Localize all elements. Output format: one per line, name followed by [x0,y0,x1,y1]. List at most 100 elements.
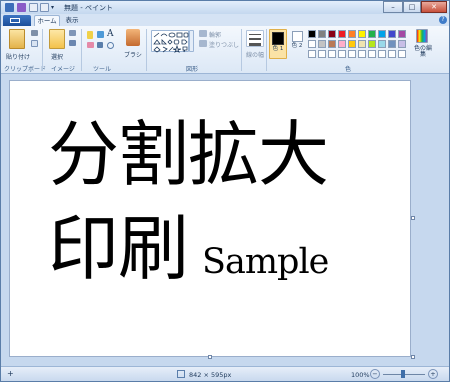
shapes-gallery[interactable] [151,30,189,53]
palette-swatch[interactable] [358,40,366,48]
brush-button-label[interactable]: ブラシ [124,50,142,59]
palette-swatch[interactable] [388,30,396,38]
eraser-icon[interactable] [87,42,94,48]
window-title: 無題 - ペイント [64,4,113,12]
palette-swatch[interactable] [368,50,376,58]
ribbon-separator [241,29,242,71]
canvas-workarea: 分割拡大 印刷 Sample [1,74,449,366]
resize-icon[interactable] [69,40,76,46]
cut-icon[interactable] [31,30,38,36]
shapes-scroll[interactable] [189,30,194,52]
resize-handle-bottom[interactable] [208,355,212,359]
close-button[interactable]: ✕ [421,1,447,13]
ribbon-separator [42,29,43,71]
palette-swatch[interactable] [318,40,326,48]
brush-icon[interactable] [126,29,140,46]
group-label-colors: 色 [345,66,352,73]
palette-swatch[interactable] [328,40,336,48]
save-icon[interactable] [17,3,26,12]
group-label-clipboard: クリップボード [4,66,47,73]
fill-icon[interactable] [199,40,207,47]
color2-swatch [291,31,303,42]
palette-swatch[interactable] [348,50,356,58]
title-bar: ▾ 無題 - ペイント – □ ✕ [1,1,449,14]
help-icon[interactable]: ? [439,16,447,24]
canvas-text-line2: 印刷 Sample [48,207,329,302]
tab-home[interactable]: ホーム [34,15,60,26]
color1-button[interactable]: 色 1 [269,29,287,59]
maximize-button[interactable]: □ [403,1,421,13]
color1-label: 色 1 [272,46,284,52]
canvas-size-icon [177,370,185,378]
palette-swatch[interactable] [398,50,406,58]
palette-swatch[interactable] [338,30,346,38]
palette-swatch[interactable] [388,50,396,58]
palette-swatch[interactable] [378,30,386,38]
file-menu-icon [10,18,20,23]
ribbon: 貼り付け クリップボード 選択 イメージ A ツール ブラシ 輪郭 塗りつぶし … [1,26,449,74]
palette-swatch[interactable] [348,40,356,48]
palette-swatch[interactable] [378,50,386,58]
pencil-icon[interactable] [87,31,93,39]
paste-button-label[interactable]: 貼り付け [6,52,30,61]
crop-icon[interactable] [69,30,76,36]
zoom-level: 100% [351,371,370,379]
canvas-text-line1: 分割拡大 [48,113,329,196]
palette-swatch[interactable] [398,40,406,48]
palette-swatch[interactable] [368,30,376,38]
group-label-tools: ツール [93,66,112,73]
drawing-canvas[interactable]: 分割拡大 印刷 Sample [9,80,411,357]
edit-colors-label[interactable]: 色の編集 [414,46,432,58]
palette-swatch[interactable] [388,40,396,48]
clipboard-icon[interactable] [9,29,25,49]
palette-swatch[interactable] [308,40,316,48]
line-width-icon[interactable] [246,30,264,47]
app-menu-icon[interactable] [5,3,14,12]
tab-view[interactable]: 表示 [63,15,81,26]
palette-swatch[interactable] [378,40,386,48]
palette-swatch[interactable] [368,40,376,48]
zoom-in-button[interactable]: + [428,369,438,379]
select-icon[interactable] [49,29,65,49]
color2-button[interactable]: 色 2 [290,29,304,59]
magnifier-icon[interactable] [107,42,114,49]
customize-toolbar-chevron-icon[interactable]: ▾ [51,3,57,12]
fill-dropdown[interactable]: 塗りつぶし [209,40,239,49]
select-button-label[interactable]: 選択 [51,52,63,61]
resize-handle-corner[interactable] [411,355,415,359]
palette-swatch[interactable] [318,50,326,58]
fill-bucket-icon[interactable] [97,31,104,38]
zoom-slider-thumb[interactable] [401,370,405,378]
text-tool-icon[interactable]: A [107,30,115,39]
palette-swatch[interactable] [308,30,316,38]
canvas-text-kanji: 印刷 [48,207,189,290]
palette-swatch[interactable] [338,50,346,58]
edit-colors-icon[interactable] [416,29,428,43]
redo-icon[interactable] [40,3,49,12]
undo-icon[interactable] [29,3,38,12]
group-label-shapes: 図形 [186,66,199,73]
outline-dropdown[interactable]: 輪郭 [209,30,221,39]
shapes-gallery-icons [153,32,189,53]
palette-swatch[interactable] [308,50,316,58]
file-menu-button[interactable] [3,15,31,26]
minimize-button[interactable]: – [383,1,403,13]
palette-swatch[interactable] [358,30,366,38]
status-bar: + 842 × 595px 100% − + [1,366,449,381]
copy-icon[interactable] [31,40,38,47]
palette-swatch[interactable] [328,30,336,38]
canvas-size-text: 842 × 595px [189,371,232,379]
line-width-label[interactable]: 線の幅 [246,50,264,59]
palette-swatch[interactable] [348,30,356,38]
palette-swatch[interactable] [358,50,366,58]
palette-swatch[interactable] [318,30,326,38]
outline-icon[interactable] [199,30,207,37]
paint-window: ▾ 無題 - ペイント – □ ✕ ホーム 表示 ? 貼り付け クリップボード … [0,0,450,382]
color-picker-icon[interactable] [97,42,103,48]
palette-swatch[interactable] [398,30,406,38]
palette-swatch[interactable] [328,50,336,58]
palette-swatch[interactable] [338,40,346,48]
resize-handle-right[interactable] [411,216,415,220]
zoom-out-button[interactable]: − [370,369,380,379]
add-icon: + [7,369,14,378]
